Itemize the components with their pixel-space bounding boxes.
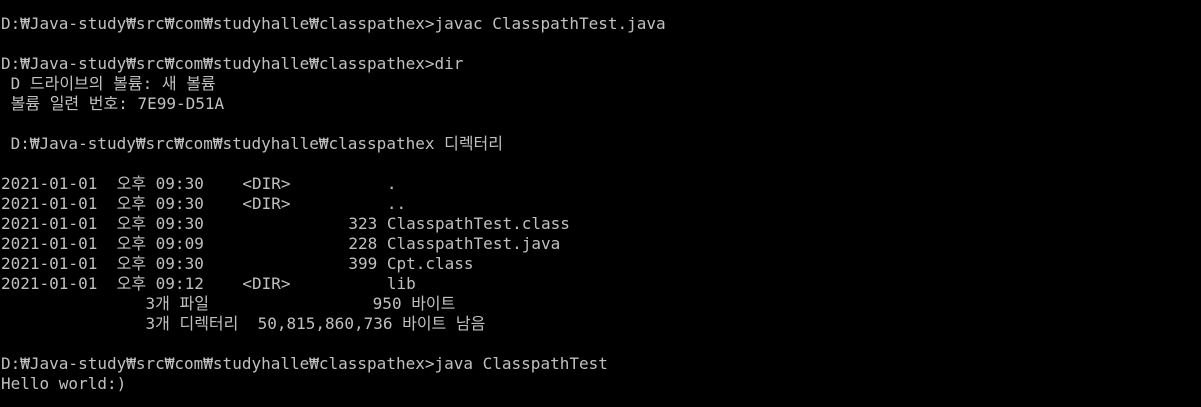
console-line-file-entry-classpathtest-class: 2021-01-01 오후 09:30 323 ClasspathTest.cl… xyxy=(1,214,570,233)
console-line-program-output: Hello world:) xyxy=(1,374,127,393)
console-line-java-command: D:₩Java-study₩src₩com₩studyhalle₩classpa… xyxy=(1,354,608,373)
console-line-javac-command: D:₩Java-study₩src₩com₩studyhalle₩classpa… xyxy=(1,14,666,33)
console-line-dir-summary: 3개 디렉터리 50,815,860,736 바이트 남음 xyxy=(1,314,486,333)
console-line-volume-serial: 볼륨 일련 번호: 7E99-D51A xyxy=(1,94,225,113)
console-line-file-summary: 3개 파일 950 바이트 xyxy=(1,294,456,313)
console-line-dir-entry-current: 2021-01-01 오후 09:30 <DIR> . xyxy=(1,174,397,193)
console-window[interactable]: D:₩Java-study₩src₩com₩studyhalle₩classpa… xyxy=(0,0,1201,407)
console-line-volume-label: D 드라이브의 볼륨: 새 볼륨 xyxy=(1,74,216,93)
console-line-dir-entry-parent: 2021-01-01 오후 09:30 <DIR> .. xyxy=(1,194,407,213)
console-line-file-entry-classpathtest-java: 2021-01-01 오후 09:09 228 ClasspathTest.ja… xyxy=(1,234,561,253)
console-line-dir-command: D:₩Java-study₩src₩com₩studyhalle₩classpa… xyxy=(1,54,464,73)
console-line-file-entry-cpt-class: 2021-01-01 오후 09:30 399 Cpt.class xyxy=(1,254,474,273)
console-line-directory-header: D:₩Java-study₩src₩com₩studyhalle₩classpa… xyxy=(1,134,503,153)
console-line-dir-entry-lib: 2021-01-01 오후 09:12 <DIR> lib xyxy=(1,274,416,293)
